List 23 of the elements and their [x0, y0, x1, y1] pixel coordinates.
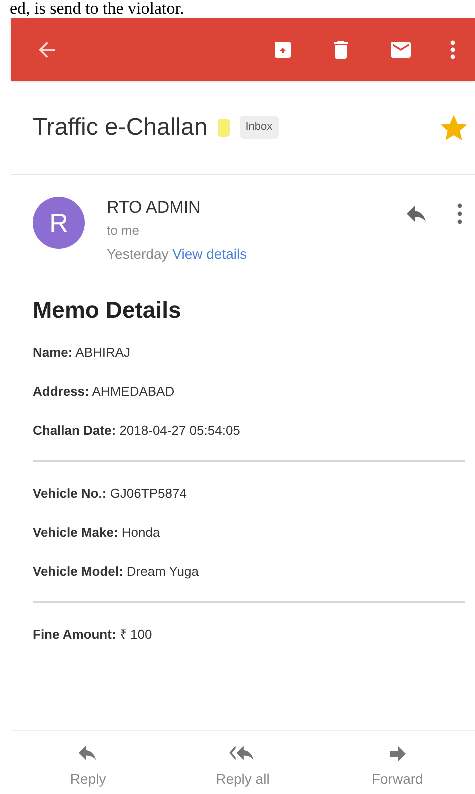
important-marker-icon[interactable]	[218, 118, 230, 136]
forward-arrow-icon	[388, 745, 408, 763]
action-button[interactable]: Forward	[348, 745, 448, 790]
memo-field: Vehicle No.: GJ06TP5874	[33, 474, 465, 513]
memo-field: Challan Date: 2018-04-27 05:54:05	[33, 411, 465, 450]
caption-text: ed, is send to the violator.	[9, 0, 186, 18]
subject-title: Traffic e-Challan	[33, 112, 208, 142]
view-details-link[interactable]: View details	[172, 246, 248, 262]
memo-heading: Memo Details	[33, 296, 182, 325]
memo-field: Fine Amount: ₹ 100	[33, 615, 465, 654]
memo-field: Vehicle Make: Honda	[33, 513, 465, 552]
action-button[interactable]: Reply all	[192, 745, 293, 790]
memo-field: Name: ABHIRAJ	[33, 333, 465, 372]
action-button[interactable]: Reply	[38, 745, 138, 790]
star-icon[interactable]	[441, 114, 467, 140]
memo-field: Address: AHMEDABAD	[33, 372, 465, 411]
memo-field: Vehicle Model: Dream Yuga	[33, 552, 465, 591]
recipient-text: to me	[107, 222, 141, 240]
sender-name: RTO ADMIN	[107, 197, 202, 219]
inbox-label[interactable]: Inbox	[240, 116, 279, 139]
date-text: Yesterday	[107, 246, 169, 262]
avatar: R	[33, 197, 85, 249]
more-icon[interactable]	[457, 203, 463, 225]
